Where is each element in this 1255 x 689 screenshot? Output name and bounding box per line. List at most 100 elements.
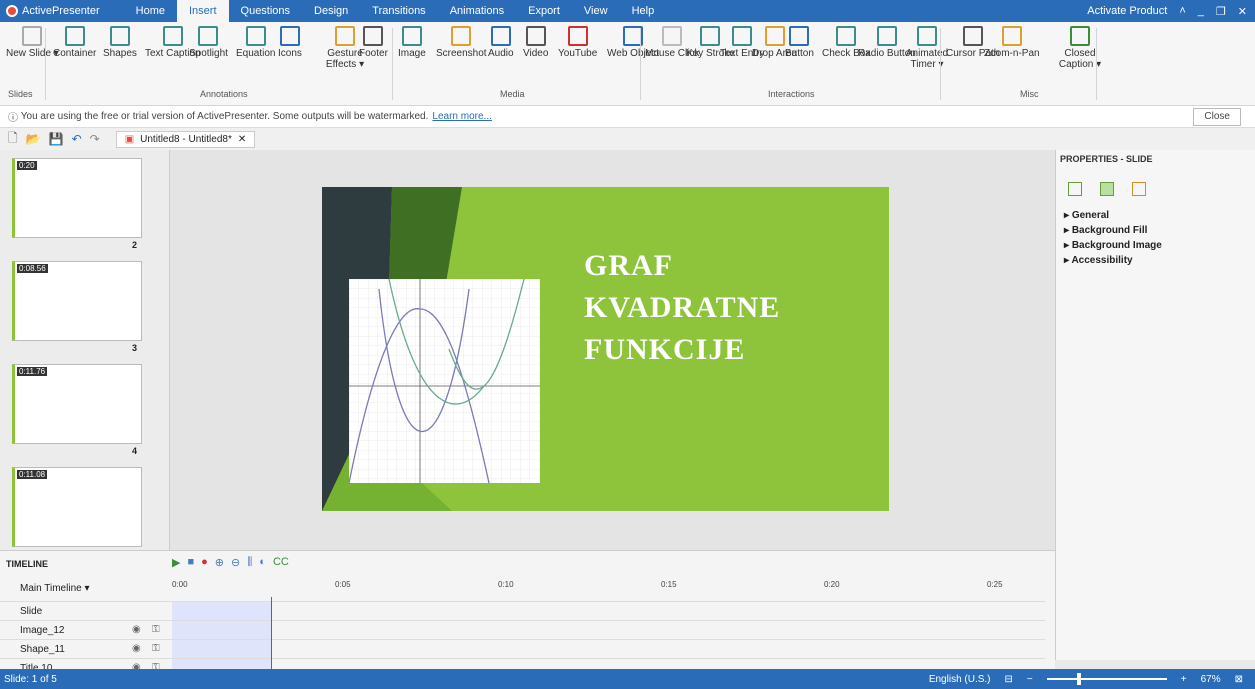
timeline-row[interactable]: Slide <box>0 601 1045 621</box>
lock-icon[interactable]: ⚿ <box>152 643 160 654</box>
learn-more-link[interactable]: Learn more... <box>432 111 491 122</box>
menu-design[interactable]: Design <box>302 0 360 22</box>
menu-home[interactable]: Home <box>124 0 177 22</box>
new-file-icon[interactable]: 🗋 <box>8 129 18 150</box>
property-section[interactable]: ▸ Background Image <box>1056 236 1255 251</box>
lock-icon[interactable]: ⚿ <box>152 624 160 635</box>
notice-text: You are using the free or trial version … <box>20 111 429 122</box>
zoom-slider-knob[interactable] <box>1076 673 1081 685</box>
minimize-icon[interactable]: _ <box>1198 5 1204 17</box>
menu-help[interactable]: Help <box>620 0 667 22</box>
main-timeline-select[interactable]: Main Timeline ▾ <box>20 583 90 594</box>
redo-icon[interactable]: ↷ <box>90 132 100 146</box>
zoom-out-button[interactable]: − <box>1027 674 1033 685</box>
record-icon[interactable]: ● <box>201 556 208 569</box>
interactivity-tab-icon[interactable] <box>1132 182 1146 196</box>
background-tab-icon[interactable] <box>1100 182 1114 196</box>
audio-icon[interactable]: ◐ <box>259 556 266 569</box>
ribbon-group-label: Interactions <box>768 89 815 99</box>
visibility-icon[interactable]: ◉ <box>132 643 141 654</box>
general-tab-icon[interactable] <box>1068 182 1082 196</box>
ribbon-footer-button[interactable]: Footer <box>359 26 388 59</box>
activate-product-link[interactable]: Activate Product <box>1087 5 1167 17</box>
zoom-in-icon[interactable]: ⊕ <box>215 556 224 569</box>
ribbon-video-button[interactable]: Video <box>523 26 548 59</box>
split-icon[interactable]: ⫼ <box>247 556 252 569</box>
menu-export[interactable]: Export <box>516 0 572 22</box>
menu-view[interactable]: View <box>572 0 620 22</box>
slide-thumbnail[interactable]: 0:11.76 <box>12 364 142 444</box>
document-tab[interactable]: ▣ Untitled8 - Untitled8* ✕ <box>115 130 256 148</box>
ribbon-insert: New Slide ▾ Slides Container Shapes Text Cap… <box>0 22 1255 106</box>
status-right: English (U.S.) ⊟ − + 67% ⊠ <box>929 673 1255 685</box>
ribbon-image-button[interactable]: Image <box>398 26 426 59</box>
slide-thumbnail[interactable]: 0:20 <box>12 158 142 238</box>
fit-window-icon[interactable]: ⊠ <box>1235 674 1243 685</box>
new-slide-icon <box>22 26 43 46</box>
slide-thumbnail[interactable]: 0:08.56 <box>12 261 142 341</box>
zoom-out-icon[interactable]: ⊖ <box>231 556 240 569</box>
timeline-header: TIMELINE <box>6 559 48 569</box>
app-logo-icon <box>6 5 18 17</box>
container-icon <box>64 26 85 46</box>
menu-insert[interactable]: Insert <box>177 0 229 22</box>
close-tab-icon[interactable]: ✕ <box>238 134 246 145</box>
ribbon-icons-button[interactable]: Icons <box>278 26 302 59</box>
zoom-in-button[interactable]: + <box>1181 674 1187 685</box>
timeline-ruler[interactable]: 0:00 0:05 0:10 0:15 0:20 0:25 <box>172 577 1042 597</box>
ribbon-button-button[interactable]: Button <box>785 26 814 59</box>
status-bar: Slide: 1 of 5 English (U.S.) ⊟ − + 67% ⊠ <box>0 669 1255 689</box>
fit-icon[interactable]: ⊟ <box>1005 674 1013 685</box>
ribbon-shapes-button[interactable]: Shapes <box>103 26 137 59</box>
ribbon-youtube-button[interactable]: YouTube <box>558 26 597 59</box>
slide-title-line: FUNKCIJE <box>584 333 746 366</box>
timeline-row[interactable]: Shape_11 ◉ ⚿ <box>0 639 1045 659</box>
ribbon-equation-button[interactable]: Equation <box>236 26 275 59</box>
open-file-icon[interactable]: 📂 <box>26 132 41 146</box>
ribbon-new-slide-button[interactable]: New Slide ▾ <box>6 26 59 59</box>
ribbon-separator <box>940 28 941 100</box>
ruler-tick-label: 0:05 <box>335 580 351 589</box>
trial-notice: ⓘ You are using the free or trial versio… <box>0 106 1255 128</box>
ribbon-container-button[interactable]: Container <box>53 26 96 59</box>
restore-icon[interactable]: ❐ <box>1216 5 1226 18</box>
notice-close-button[interactable]: Close <box>1193 108 1241 126</box>
menu-transitions[interactable]: Transitions <box>360 0 437 22</box>
property-section-label: Background Image <box>1071 240 1162 251</box>
slide-1[interactable]: GRAF KVADRATNE FUNKCIJE <box>322 187 889 511</box>
parabola-graph-image[interactable] <box>348 278 540 484</box>
thumbnail-duration: 0:20 <box>17 161 37 170</box>
close-window-icon[interactable]: ✕ <box>1238 5 1247 18</box>
slide-thumbnail[interactable]: 0:11.08 <box>12 467 142 547</box>
thumbnail-number: 2 <box>132 240 138 250</box>
timeline-track[interactable] <box>172 621 272 640</box>
zoom-slider[interactable] <box>1046 673 1167 685</box>
timeline-track[interactable] <box>172 602 272 621</box>
menu-questions[interactable]: Questions <box>229 0 303 22</box>
undo-icon[interactable]: ↶ <box>72 132 82 146</box>
ribbon-closed-caption-button[interactable]: Closed Caption ▾ <box>1050 26 1110 70</box>
ribbon-spotlight-button[interactable]: Spotlight <box>189 26 228 59</box>
property-section[interactable]: ▸ Accessibility <box>1056 251 1255 266</box>
slide-title[interactable]: GRAF KVADRATNE FUNKCIJE <box>584 245 780 371</box>
save-icon[interactable]: 💾 <box>49 132 64 146</box>
ribbon-separator <box>1096 28 1097 100</box>
language[interactable]: English (U.S.) <box>929 674 991 685</box>
visibility-icon[interactable]: ◉ <box>132 624 141 635</box>
ribbon-audio-button[interactable]: Audio <box>488 26 514 59</box>
stop-icon[interactable]: ■ <box>187 556 194 569</box>
play-icon[interactable]: ▶ <box>172 556 180 569</box>
caption-icon[interactable]: CC <box>273 556 289 569</box>
slide-title-line: KVADRATNE <box>584 291 781 324</box>
menu-animations[interactable]: Animations <box>438 0 516 22</box>
property-section[interactable]: ▸ General <box>1056 206 1255 221</box>
ribbon-screenshot-button[interactable]: Screenshot <box>436 26 487 59</box>
ribbon-group-label: Misc <box>1020 89 1039 99</box>
ribbon-zoom-n-pan-button[interactable]: Zoom-n-Pan <box>984 26 1040 59</box>
timeline-row[interactable]: Image_12 ◉ ⚿ <box>0 620 1045 640</box>
ribbon-button-label: New Slide ▾ <box>6 48 59 59</box>
property-section[interactable]: ▸ Background Fill <box>1056 221 1255 236</box>
playhead[interactable] <box>271 597 272 670</box>
collapse-ribbon-icon[interactable]: ˄ <box>1179 5 1185 17</box>
timeline-track[interactable] <box>172 640 272 659</box>
